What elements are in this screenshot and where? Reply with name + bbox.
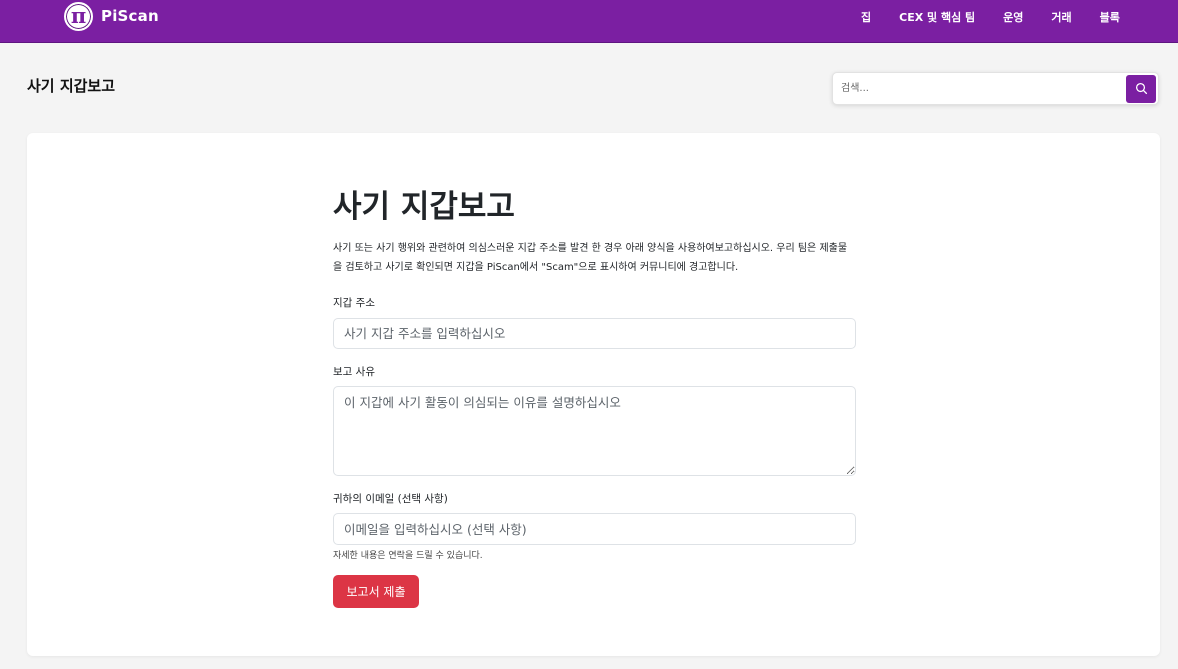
submit-report-button[interactable]: 보고서 제출 bbox=[333, 575, 419, 608]
report-card: 사기 지갑보고 사기 또는 사기 행위와 관련하여 의심스러운 지갑 주소를 발… bbox=[27, 133, 1160, 656]
top-navbar: π PiScan 집 CEX 및 핵심 팀 운영 거래 블록 bbox=[0, 0, 1178, 43]
wallet-address-input[interactable] bbox=[333, 318, 856, 349]
brand-symbol: π bbox=[70, 2, 87, 28]
nav-link-operations[interactable]: 운영 bbox=[989, 9, 1037, 25]
report-reason-label: 보고 사유 bbox=[333, 366, 375, 378]
email-help-text: 자세한 내용은 연락을 드릴 수 있습니다. bbox=[333, 551, 483, 561]
search-button[interactable] bbox=[1126, 74, 1156, 103]
brand-link[interactable]: π PiScan bbox=[64, 1, 159, 31]
search-input[interactable] bbox=[833, 73, 1126, 104]
page-title: 사기 지갑보고 bbox=[27, 77, 116, 95]
pi-logo-icon: π bbox=[64, 1, 93, 31]
form-description: 사기 또는 사기 행위와 관련하여 의심스러운 지갑 주소를 발견 한 경우 아… bbox=[333, 243, 848, 273]
nav-link-blocks[interactable]: 블록 bbox=[1086, 9, 1134, 25]
report-reason-textarea[interactable] bbox=[333, 386, 856, 476]
email-input[interactable] bbox=[333, 513, 856, 545]
search-icon bbox=[1135, 82, 1147, 95]
email-label: 귀하의 이메일 (선택 사항) bbox=[333, 493, 448, 505]
nav-link-transactions[interactable]: 거래 bbox=[1037, 9, 1085, 25]
form-title: 사기 지갑보고 bbox=[333, 189, 515, 225]
search-box bbox=[832, 72, 1159, 105]
nav-links: 집 CEX 및 핵심 팀 운영 거래 블록 bbox=[861, 0, 1134, 33]
brand-name: PiScan bbox=[101, 7, 159, 25]
nav-link-cex-core-team[interactable]: CEX 및 핵심 팀 bbox=[885, 9, 989, 25]
nav-link-home[interactable]: 집 bbox=[861, 9, 885, 25]
wallet-address-label: 지갑 주소 bbox=[333, 297, 375, 309]
